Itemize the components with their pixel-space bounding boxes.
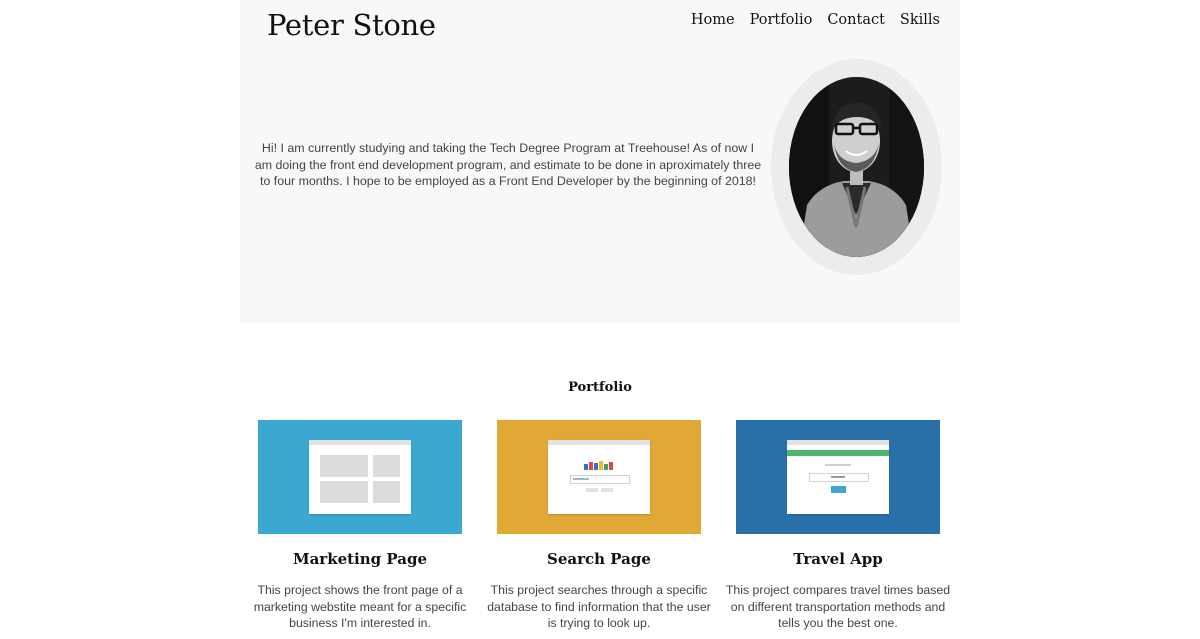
portfolio-card-search: Search Page This project searches throug… — [479, 420, 719, 632]
browser-window-icon — [787, 440, 889, 514]
card-title[interactable]: Search Page — [479, 550, 719, 568]
card-description: This project compares travel times based… — [725, 583, 951, 630]
browser-window-icon — [548, 440, 650, 514]
travel-app-thumbnail[interactable] — [736, 420, 940, 534]
card-description: This project shows the front page of a m… — [253, 583, 467, 630]
profile-photo-illustration — [789, 77, 924, 257]
avatar-frame — [771, 59, 942, 275]
card-description: This project searches through a specific… — [487, 583, 711, 630]
portfolio-card-travel: Travel App This project compares travel … — [718, 420, 958, 632]
portfolio-card-marketing: Marketing Page This project shows the fr… — [240, 420, 480, 632]
search-page-thumbnail[interactable] — [497, 420, 701, 534]
nav-portfolio-link[interactable]: Portfolio — [750, 12, 813, 28]
card-title[interactable]: Travel App — [718, 550, 958, 568]
main-nav: Home Portfolio Contact Skills — [691, 12, 940, 28]
profile-photo — [789, 77, 924, 257]
nav-skills-link[interactable]: Skills — [900, 12, 940, 28]
card-title[interactable]: Marketing Page — [240, 550, 480, 568]
marketing-page-thumbnail[interactable] — [258, 420, 462, 534]
intro-text: Hi! I am currently studying and taking t… — [254, 141, 762, 188]
site-title: Peter Stone — [267, 8, 436, 42]
nav-contact-link[interactable]: Contact — [827, 12, 885, 28]
browser-window-icon — [309, 440, 411, 514]
hero-section: Peter Stone Home Portfolio Contact Skill… — [240, 0, 960, 323]
nav-home-link[interactable]: Home — [691, 12, 735, 28]
portfolio-heading: Portfolio — [568, 380, 632, 395]
